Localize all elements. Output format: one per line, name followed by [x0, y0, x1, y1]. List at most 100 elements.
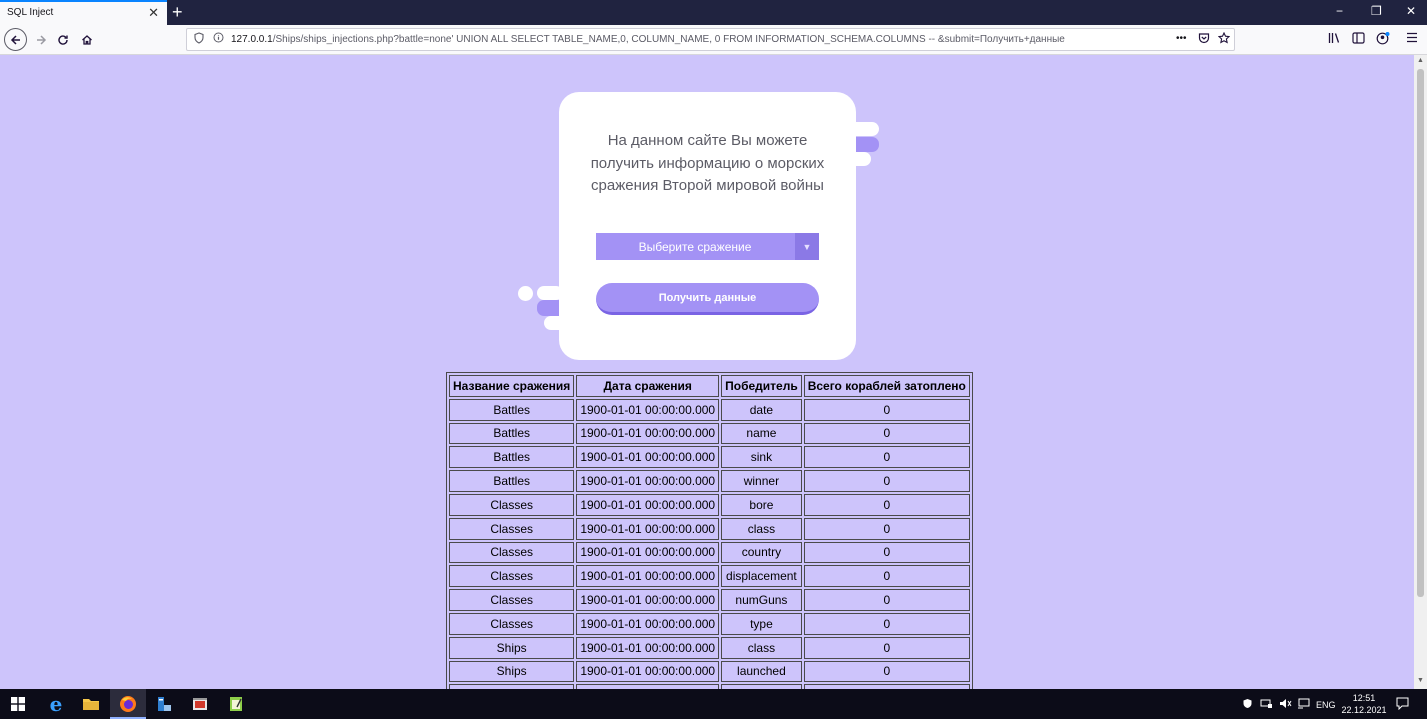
- ships-sunk-cell: 0: [803, 636, 970, 659]
- battle-date-cell: 1900-01-01 00:00:00.000: [576, 470, 720, 492]
- table-row: Classes 1900-01-01 00:00:00.000 bore 0: [449, 493, 970, 516]
- table-row: Classes 1900-01-01 00:00:00.000 country 0: [449, 541, 970, 564]
- table-row: Classes 1900-01-01 00:00:00.000 numGuns 0: [449, 589, 970, 611]
- clock-date: 22.12.2021: [1341, 705, 1387, 715]
- notepad-icon[interactable]: [225, 693, 247, 715]
- volume-tray-icon[interactable]: [1279, 698, 1292, 711]
- network-tray-icon[interactable]: [1260, 698, 1273, 711]
- menu-icon[interactable]: [1406, 32, 1418, 46]
- ships-sunk-cell: 0: [803, 422, 970, 445]
- tab-sql-inject[interactable]: SQL Inject ✕: [0, 0, 167, 25]
- winner-cell: class: [721, 636, 802, 659]
- table-row: Battles 1900-01-01 00:00:00.000 date 0: [449, 398, 970, 421]
- bookmark-star-icon[interactable]: [1217, 31, 1231, 47]
- battle-name-cell: Classes: [449, 612, 575, 635]
- firefox-icon[interactable]: [117, 693, 139, 715]
- arrow-left-icon: [10, 34, 20, 45]
- winner-cell: sink: [721, 446, 802, 469]
- page-scrollbar[interactable]: ▲ ▼: [1414, 55, 1427, 689]
- pocket-icon[interactable]: [1198, 32, 1210, 47]
- ships-sunk-cell: 0: [803, 517, 970, 540]
- winner-cell: class: [721, 517, 802, 540]
- shield-icon[interactable]: [194, 32, 204, 47]
- sidebar-icon[interactable]: [1352, 32, 1365, 47]
- tab-strip: SQL Inject ✕ + − ❐ ✕: [0, 0, 1427, 25]
- library-icon[interactable]: [1328, 32, 1342, 47]
- arrow-right-icon: [37, 35, 47, 45]
- decor-dot-white: [518, 286, 533, 301]
- battle-name-cell: Ships: [449, 636, 575, 659]
- table-row: Battles 1900-01-01 00:00:00.000 name 0: [449, 422, 970, 445]
- battle-date-cell: 1900-01-01 00:00:00.000: [576, 612, 720, 635]
- account-icon[interactable]: [1376, 32, 1390, 48]
- battle-select[interactable]: Выберите сражение ▼: [596, 233, 819, 260]
- security-tray-icon[interactable]: [1242, 698, 1253, 711]
- winner-cell: displacement: [721, 565, 802, 588]
- close-window-button[interactable]: ✕: [1406, 4, 1416, 18]
- column-header-battle-date: Дата сражения: [576, 375, 720, 397]
- windows-start-icon[interactable]: [7, 693, 29, 715]
- winner-cell: launched: [721, 660, 802, 683]
- battle-name-cell: Battles: [449, 422, 575, 445]
- info-icon[interactable]: [213, 32, 224, 46]
- reload-button[interactable]: [52, 29, 74, 51]
- battle-name-cell: Classes: [449, 517, 575, 540]
- battle-date-cell: 1900-01-01 00:00:00.000: [576, 446, 720, 469]
- server-manager-icon[interactable]: [153, 693, 175, 715]
- battle-date-cell: 1900-01-01 00:00:00.000: [576, 517, 720, 540]
- internet-explorer-icon[interactable]: e: [45, 692, 67, 716]
- get-data-button[interactable]: Получить данные: [596, 283, 819, 315]
- scrollbar-thumb[interactable]: [1417, 69, 1424, 597]
- battle-name-cell: Classes: [449, 589, 575, 611]
- close-tab-icon[interactable]: ✕: [148, 6, 159, 20]
- reload-icon: [58, 35, 68, 45]
- chevron-down-icon: ▼: [795, 233, 819, 260]
- ships-sunk-cell: 0: [803, 612, 970, 635]
- battle-name-cell: Classes: [449, 565, 575, 588]
- results-table: Название сражения Дата сражения Победите…: [446, 372, 973, 689]
- battle-name-cell: Battles: [449, 446, 575, 469]
- page-content: На данном сайте Вы можете получить инфор…: [0, 55, 1414, 689]
- table-row: Battles 1900-01-01 00:00:00.000 sink 0: [449, 446, 970, 469]
- restore-button[interactable]: ❐: [1371, 4, 1382, 18]
- new-tab-button[interactable]: +: [172, 2, 183, 22]
- winner-cell: bore: [721, 493, 802, 516]
- ships-sunk-cell: 0: [803, 589, 970, 611]
- page-actions-icon[interactable]: •••: [1176, 33, 1187, 44]
- language-indicator[interactable]: ENG: [1316, 700, 1336, 710]
- battle-date-cell: 1900-01-01 00:00:00.000: [576, 636, 720, 659]
- home-button[interactable]: [76, 29, 98, 51]
- ships-sunk-cell: 0: [803, 493, 970, 516]
- back-button[interactable]: [4, 28, 27, 51]
- battle-date-cell: 1900-01-01 00:00:00.000: [576, 422, 720, 445]
- winner-cell: country: [721, 541, 802, 564]
- table-header-row: Название сражения Дата сражения Победите…: [449, 375, 970, 397]
- file-explorer-icon[interactable]: [80, 693, 102, 715]
- table-row: Ships 1900-01-01 00:00:00.000 launched 0: [449, 660, 970, 683]
- ships-sunk-cell: 0: [803, 541, 970, 564]
- taskbar-clock[interactable]: 12:51 22.12.2021: [1340, 692, 1388, 716]
- url-bar[interactable]: 127.0.0.1/Ships/ships_injections.php?bat…: [186, 28, 1235, 51]
- scroll-down-icon[interactable]: ▼: [1417, 677, 1424, 684]
- winner-cell: numGuns: [721, 589, 802, 611]
- minimize-button[interactable]: −: [1336, 4, 1343, 18]
- battle-name-cell: Battles: [449, 398, 575, 421]
- battle-name-cell: Battles: [449, 470, 575, 492]
- battle-name-cell: Classes: [449, 541, 575, 564]
- home-icon: [82, 35, 92, 45]
- battle-date-cell: 1900-01-01 00:00:00.000: [576, 565, 720, 588]
- ships-sunk-cell: 0: [803, 565, 970, 588]
- battle-date-cell: 1900-01-01 00:00:00.000: [576, 541, 720, 564]
- ships-sunk-cell: 0: [803, 660, 970, 683]
- forward-button[interactable]: [30, 29, 52, 51]
- sql-management-icon[interactable]: [189, 693, 211, 715]
- url-host: 127.0.0.1: [231, 34, 273, 45]
- notifications-icon[interactable]: [1396, 697, 1409, 712]
- battle-name-cell: Classes: [449, 493, 575, 516]
- display-tray-icon[interactable]: [1297, 698, 1310, 711]
- column-header-ships-sunk: Всего кораблей затоплено: [803, 375, 970, 397]
- intro-text: На данном сайте Вы можете получить инфор…: [590, 132, 825, 194]
- scroll-up-icon[interactable]: ▲: [1417, 57, 1424, 64]
- taskbar: e ENG 12:51 22.12.2021: [0, 689, 1427, 719]
- ships-sunk-cell: 0: [803, 398, 970, 421]
